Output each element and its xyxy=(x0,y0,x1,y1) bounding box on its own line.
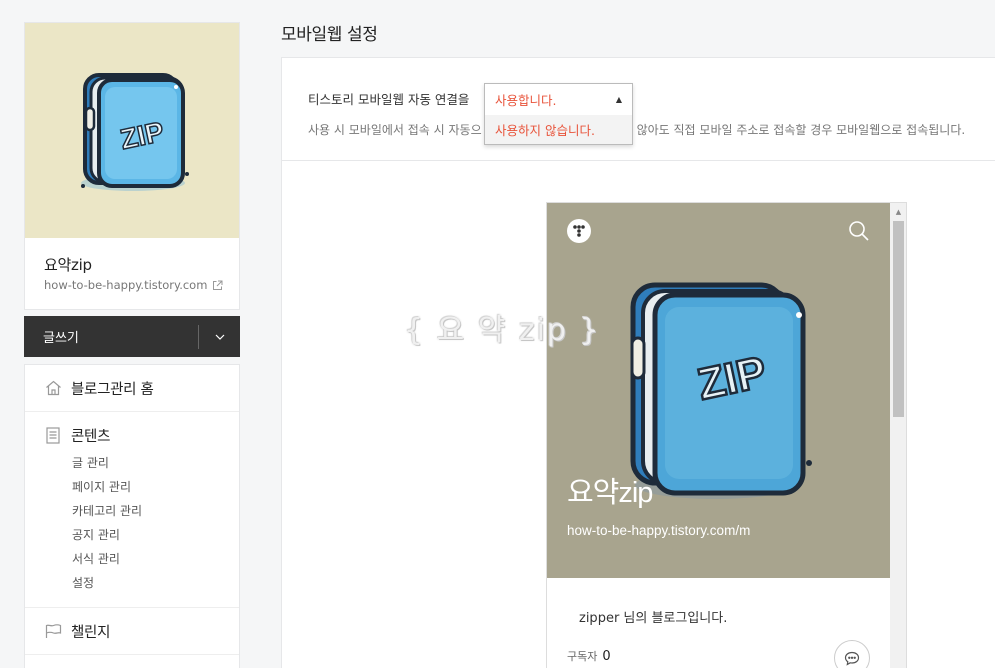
preview-blog-url: how-to-be-happy.tistory.com/m xyxy=(567,523,751,538)
mobile-web-settings-box: 티스토리 모바일웹 자동 연결을 사용 시 모바일에서 접속 시 자동으 용하지 … xyxy=(281,57,995,161)
subscriber-label: 구독자 xyxy=(567,650,598,663)
page-title: 모바일웹 설정 xyxy=(281,25,378,45)
auto-connect-label: 티스토리 모바일웹 자동 연결을 xyxy=(308,92,470,107)
menu-item-label[interactable]: 챌린지 xyxy=(71,621,110,642)
auto-connect-selected-option[interactable]: 사용합니다. ▲ xyxy=(485,84,632,115)
submenu-template-management[interactable]: 서식 관리 xyxy=(72,547,220,571)
submenu-post-management[interactable]: 글 관리 xyxy=(72,451,220,475)
external-link-icon[interactable] xyxy=(212,280,223,291)
speech-bubble-icon xyxy=(844,651,860,666)
write-bar: 글쓰기 xyxy=(24,316,240,357)
submenu-category-management[interactable]: 카테고리 관리 xyxy=(72,499,220,523)
write-post-button[interactable]: 글쓰기 xyxy=(24,316,198,357)
write-options-dropdown[interactable] xyxy=(199,316,240,357)
blog-url-link[interactable]: how-to-be-happy.tistory.com xyxy=(44,278,223,292)
document-icon xyxy=(44,426,62,444)
menu-section-challenge: 챌린지 xyxy=(25,608,239,655)
submenu-settings[interactable]: 설정 xyxy=(72,571,220,595)
preview-scrollbar[interactable]: ▲ xyxy=(890,203,906,668)
content-submenu: 글 관리 페이지 관리 카테고리 관리 공지 관리 서식 관리 설정 xyxy=(44,451,220,607)
auto-connect-option-disable[interactable]: 사용하지 않습니다. xyxy=(485,115,632,144)
subscriber-count: 구독자 0 xyxy=(567,648,611,664)
blog-cover: ZIP 요약zip how-to-be-happy.tistory.com/m xyxy=(547,203,890,578)
menu-item-challenge[interactable]: 챌린지 xyxy=(44,608,220,654)
menu-section-home: 블로그관리 홈 xyxy=(25,365,239,412)
menu-item-label[interactable]: 블로그관리 홈 xyxy=(71,378,154,399)
blog-profile-card: ZIP 요약zip how-to-be-happy.tistory.com xyxy=(24,22,240,310)
subscriber-number: 0 xyxy=(602,648,611,664)
guestbook-button[interactable] xyxy=(834,640,870,668)
blog-name: 요약zip xyxy=(44,256,92,274)
description-right: 용하지 않아도 직접 모바일 주소로 접속할 경우 모바일웹으로 접속됩니다. xyxy=(599,123,966,137)
preview-blog-description: zipper 님의 블로그입니다. xyxy=(579,611,728,626)
submenu-page-management[interactable]: 페이지 관리 xyxy=(72,475,220,499)
home-icon xyxy=(44,379,62,397)
auto-connect-select[interactable]: 사용합니다. ▲ 사용하지 않습니다. xyxy=(484,83,633,145)
submenu-notice-management[interactable]: 공지 관리 xyxy=(72,523,220,547)
menu-item-label[interactable]: 콘텐츠 xyxy=(71,425,110,446)
chevron-down-icon xyxy=(215,334,224,340)
mobile-preview-frame: ZIP 요약zip how-to-be-happy.tistory.com/m … xyxy=(546,202,907,668)
selected-option-label[interactable]: 사용합니다. xyxy=(495,90,556,109)
blog-profile-image[interactable]: ZIP xyxy=(25,23,239,238)
auto-connect-description: 사용 시 모바일에서 접속 시 자동으 용하지 않아도 직접 모바일 주소로 접속… xyxy=(308,121,965,138)
flag-icon xyxy=(44,622,62,640)
preview-blog-title: 요약zip xyxy=(567,477,653,509)
scroll-up-arrow-icon[interactable]: ▲ xyxy=(890,203,906,220)
search-icon[interactable] xyxy=(848,220,870,242)
tistory-logo-icon[interactable] xyxy=(567,219,591,243)
description-left: 사용 시 모바일에서 접속 시 자동으 xyxy=(308,123,482,137)
caret-up-icon: ▲ xyxy=(615,95,622,104)
menu-section-content: 콘텐츠 글 관리 페이지 관리 카테고리 관리 공지 관리 서식 관리 설정 xyxy=(25,412,239,608)
menu-item-blog-admin-home[interactable]: 블로그관리 홈 xyxy=(44,365,220,411)
blog-url-text[interactable]: how-to-be-happy.tistory.com xyxy=(44,278,207,292)
scroll-thumb[interactable] xyxy=(893,221,904,417)
admin-menu: 블로그관리 홈 콘텐츠 글 관리 페이지 관리 카테고리 관리 공지 관리 서식… xyxy=(24,364,240,668)
